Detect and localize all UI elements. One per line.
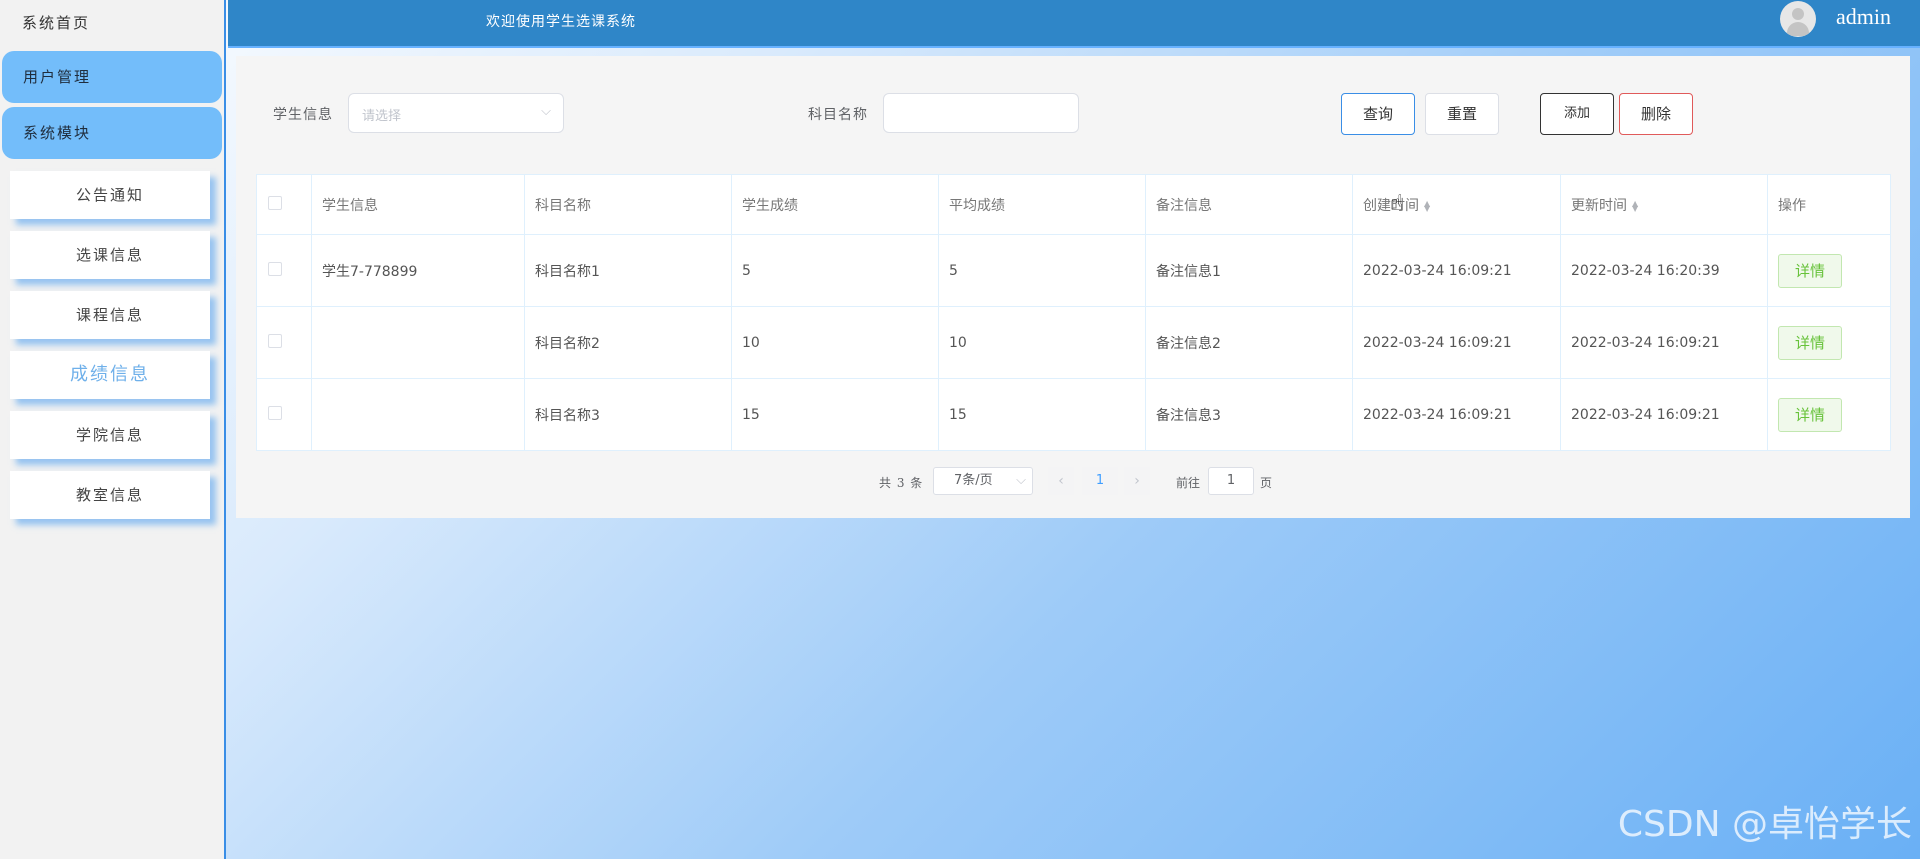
username[interactable]: admin bbox=[1836, 4, 1891, 30]
mouse-cursor-icon: ☝ bbox=[1390, 191, 1404, 216]
delete-button[interactable]: 删除 bbox=[1619, 93, 1693, 135]
query-button[interactable]: 查询 bbox=[1341, 93, 1415, 135]
column-header-student: 学生信息 bbox=[311, 174, 525, 235]
column-header-updated[interactable]: 更新时间 ▲ ▼ bbox=[1560, 174, 1768, 235]
table-header-row: 学生信息 科目名称 学生成绩 平均成绩 备注信息 创建时间 ▲ ▼ 更新时间 ▲ ▼ 操… bbox=[256, 174, 1891, 235]
next-page-icon[interactable]: › bbox=[1124, 467, 1150, 495]
sidebar-group-user-management[interactable]: 用户管理 bbox=[2, 51, 222, 103]
prev-page-icon[interactable]: ‹ bbox=[1048, 467, 1074, 495]
cell-updated: 2022-03-24 16:09:21 bbox=[1560, 378, 1768, 451]
column-header-score: 学生成绩 bbox=[731, 174, 939, 235]
column-header-actions: 操作 bbox=[1767, 174, 1891, 235]
current-page[interactable]: 1 bbox=[1082, 467, 1118, 495]
student-select[interactable]: 请选择 ⌵ bbox=[348, 93, 564, 133]
cell-student bbox=[311, 306, 525, 379]
sidebar-group-system-module[interactable]: 系统模块 bbox=[2, 107, 222, 159]
detail-button[interactable]: 详情 bbox=[1778, 253, 1842, 288]
avatar[interactable] bbox=[1780, 1, 1816, 37]
cell-remarks: 备注信息3 bbox=[1145, 378, 1353, 451]
content-panel: 学生信息 请选择 ⌵ 科目名称 查询 重置 添加 删除 学生信息 科目名称 学生… bbox=[236, 56, 1910, 518]
sidebar-item-course-selection[interactable]: 选课信息 bbox=[10, 231, 210, 279]
cell-created: 2022-03-24 16:09:21 bbox=[1352, 306, 1561, 379]
sidebar: 系统首页 用户管理 系统模块 公告通知 选课信息 课程信息 成绩信息 学院信息 … bbox=[0, 0, 226, 859]
sort-icon[interactable]: ▲ ▼ bbox=[1632, 199, 1638, 212]
cell-score: 10 bbox=[731, 306, 939, 379]
column-header-subject: 科目名称 bbox=[524, 174, 732, 235]
cell-score: 5 bbox=[731, 234, 939, 307]
cell-average: 15 bbox=[938, 378, 1146, 451]
cell-remarks: 备注信息1 bbox=[1145, 234, 1353, 307]
sidebar-item-grades[interactable]: 成绩信息 bbox=[10, 351, 210, 399]
table-row: 科目名称2 10 10 备注信息2 2022-03-24 16:09:21 20… bbox=[256, 306, 1891, 379]
sidebar-item-colleges[interactable]: 学院信息 bbox=[10, 411, 210, 459]
goto-prefix: 前往 bbox=[1176, 476, 1201, 490]
sidebar-item-announcements[interactable]: 公告通知 bbox=[10, 171, 210, 219]
column-header-average: 平均成绩 bbox=[938, 174, 1146, 235]
sidebar-item-courses[interactable]: 课程信息 bbox=[10, 291, 210, 339]
grades-table: 学生信息 科目名称 学生成绩 平均成绩 备注信息 创建时间 ▲ ▼ 更新时间 ▲ ▼ 操… bbox=[256, 174, 1891, 451]
column-header-remarks: 备注信息 bbox=[1145, 174, 1353, 235]
watermark: CSDN @卓怡学长 bbox=[1617, 804, 1912, 845]
sidebar-item-classrooms[interactable]: 教室信息 bbox=[10, 471, 210, 519]
cell-created: 2022-03-24 16:09:21 bbox=[1352, 234, 1561, 307]
welcome-text: 欢迎使用学生选课系统 bbox=[486, 14, 636, 30]
cell-subject: 科目名称2 bbox=[524, 306, 732, 379]
cell-remarks: 备注信息2 bbox=[1145, 306, 1353, 379]
add-button[interactable]: 添加 bbox=[1540, 93, 1614, 135]
avatar-body-icon bbox=[1787, 22, 1809, 36]
row-checkbox[interactable] bbox=[268, 261, 282, 276]
select-all-checkbox[interactable] bbox=[268, 195, 282, 210]
sort-icon[interactable]: ▲ ▼ bbox=[1424, 199, 1430, 212]
row-checkbox[interactable] bbox=[268, 405, 282, 420]
cell-created: 2022-03-24 16:09:21 bbox=[1352, 378, 1561, 451]
cell-updated: 2022-03-24 16:09:21 bbox=[1560, 306, 1768, 379]
column-header-created[interactable]: 创建时间 ▲ ▼ bbox=[1352, 174, 1561, 235]
chevron-down-icon: ⌵ bbox=[541, 104, 551, 119]
pagination-total: 共 3 条 bbox=[879, 476, 924, 490]
student-select-placeholder: 请选择 bbox=[362, 109, 402, 124]
page-size-value: 7条/页 bbox=[954, 473, 993, 488]
goto-suffix: 页 bbox=[1260, 476, 1273, 490]
cell-score: 15 bbox=[731, 378, 939, 451]
column-header-updated-label: 更新时间 bbox=[1571, 197, 1627, 214]
cell-subject: 科目名称3 bbox=[524, 378, 732, 451]
table-row: 学生7-778899 科目名称1 5 5 备注信息1 2022-03-24 16… bbox=[256, 234, 1891, 307]
top-bar: 欢迎使用学生选课系统 admin bbox=[228, 0, 1920, 48]
table-row: 科目名称3 15 15 备注信息3 2022-03-24 16:09:21 20… bbox=[256, 378, 1891, 451]
cell-student bbox=[311, 378, 525, 451]
cell-subject: 科目名称1 bbox=[524, 234, 732, 307]
sidebar-item-home[interactable]: 系统首页 bbox=[0, 0, 224, 48]
avatar-head-icon bbox=[1792, 8, 1804, 20]
cell-average: 10 bbox=[938, 306, 1146, 379]
goto-page-input[interactable]: 1 bbox=[1208, 467, 1254, 495]
detail-button[interactable]: 详情 bbox=[1778, 325, 1842, 360]
cell-student: 学生7-778899 bbox=[311, 234, 525, 307]
reset-button[interactable]: 重置 bbox=[1425, 93, 1499, 135]
cell-average: 5 bbox=[938, 234, 1146, 307]
detail-button[interactable]: 详情 bbox=[1778, 397, 1842, 432]
page-size-select[interactable]: 7条/页 ⌵ bbox=[933, 467, 1033, 495]
subject-label: 科目名称 bbox=[808, 107, 868, 123]
chevron-down-icon: ⌵ bbox=[1016, 473, 1026, 488]
cell-updated: 2022-03-24 16:20:39 bbox=[1560, 234, 1768, 307]
subject-input[interactable] bbox=[883, 93, 1079, 133]
row-checkbox[interactable] bbox=[268, 333, 282, 348]
student-label: 学生信息 bbox=[273, 107, 333, 123]
